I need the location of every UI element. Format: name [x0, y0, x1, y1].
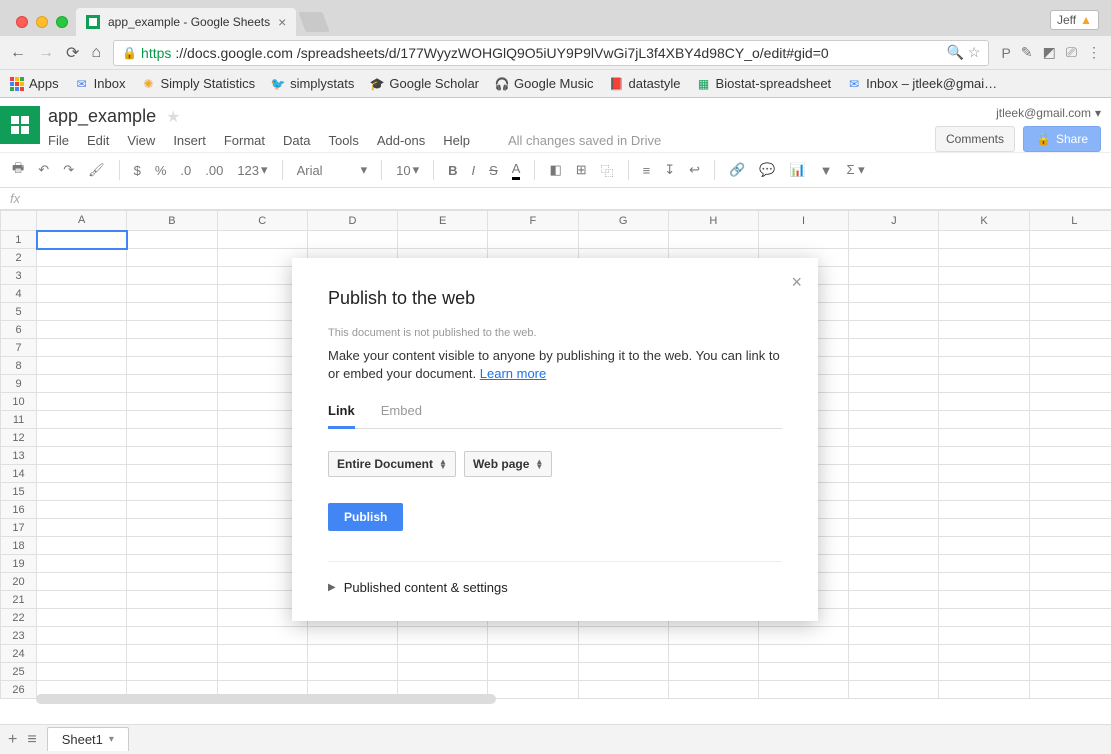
publish-button[interactable]: Publish — [328, 503, 403, 531]
publish-status: This document is not published to the we… — [328, 327, 782, 339]
tab-embed[interactable]: Embed — [381, 403, 422, 428]
dialog-description: Make your content visible to anyone by p… — [328, 347, 782, 383]
published-settings-expander[interactable]: ▶ Published content & settings — [328, 580, 782, 595]
triangle-right-icon: ▶ — [328, 582, 336, 593]
publish-dialog: × Publish to the web This document is no… — [292, 258, 818, 621]
dialog-title: Publish to the web — [328, 288, 782, 309]
updown-icon: ▲▼ — [439, 459, 447, 469]
tab-link[interactable]: Link — [328, 403, 355, 429]
publish-scope-dropdown[interactable]: Entire Document ▲▼ — [328, 451, 456, 477]
close-dialog-icon[interactable]: × — [791, 272, 802, 293]
publish-format-dropdown[interactable]: Web page ▲▼ — [464, 451, 552, 477]
updown-icon: ▲▼ — [535, 459, 543, 469]
learn-more-link[interactable]: Learn more — [480, 366, 546, 381]
